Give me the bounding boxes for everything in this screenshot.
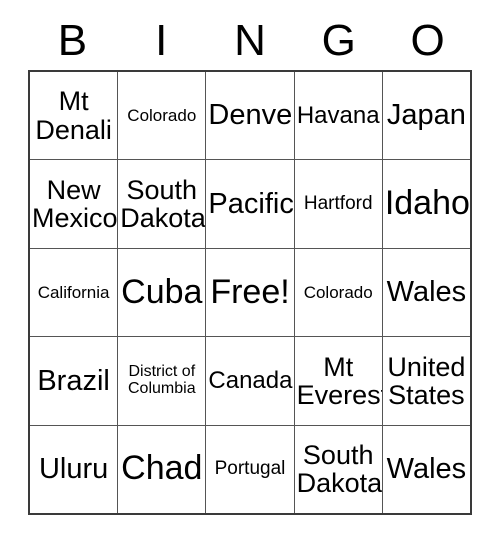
bingo-card: B I N G O Mt Denali Colorado Denver Hava…	[0, 0, 500, 544]
bingo-cell-label: Free!	[210, 272, 290, 311]
bingo-row: Mt Denali Colorado Denver Havana Japan	[30, 72, 470, 161]
bingo-cell-g2[interactable]: Hartford	[295, 160, 383, 248]
bingo-cell-i4[interactable]: District of Columbia	[118, 337, 207, 425]
bingo-cell-label: California	[37, 282, 110, 302]
bingo-cell-o5[interactable]: Wales	[383, 426, 470, 513]
bingo-cell-label: Hartford	[303, 193, 373, 215]
bingo-cell-g3[interactable]: Colorado	[295, 248, 383, 337]
header-letter-i: I	[155, 16, 168, 65]
bingo-cell-label: Idaho	[384, 184, 470, 223]
bingo-cell-b3[interactable]: California	[30, 248, 119, 337]
header-letter-g: G	[321, 16, 356, 65]
bingo-row: Brazil District of Columbia Canada Mt Ev…	[30, 337, 470, 426]
bingo-cell-label: District of Columbia	[128, 363, 196, 397]
bingo-cell-b2[interactable]: New Mexico	[30, 160, 119, 248]
bingo-cell-b1[interactable]: Mt Denali	[30, 72, 119, 160]
bingo-cell-label: Colorado	[127, 105, 197, 125]
bingo-cell-n1[interactable]: Denver	[206, 72, 295, 160]
bingo-cell-label: Portugal	[214, 458, 286, 480]
bingo-cell-label: United States	[387, 351, 466, 410]
bingo-cell-label: Cuba	[121, 272, 203, 311]
bingo-cell-free-space[interactable]: Free!	[206, 248, 295, 337]
bingo-cell-b5[interactable]: Uluru	[30, 425, 119, 514]
bingo-cell-n5[interactable]: Portugal	[206, 425, 295, 514]
bingo-cell-o4[interactable]: United States	[383, 337, 470, 424]
bingo-cell-g4[interactable]: Mt Everest	[295, 337, 383, 425]
header-letter-n: N	[234, 16, 266, 65]
bingo-cell-i2[interactable]: South Dakota	[118, 160, 207, 248]
bingo-cell-label: Uluru	[38, 453, 109, 486]
header-letter-b: B	[57, 16, 88, 65]
bingo-cell-g5[interactable]: South Dakota	[295, 425, 383, 514]
bingo-header: B I N G O	[28, 14, 472, 68]
bingo-cell-n2[interactable]: Pacific	[206, 160, 295, 248]
header-letter-o: O	[410, 16, 445, 65]
bingo-cell-o1[interactable]: Japan	[383, 72, 470, 159]
bingo-cell-label: New Mexico	[32, 174, 118, 234]
bingo-cell-o2[interactable]: Idaho	[383, 160, 470, 247]
bingo-cell-o3[interactable]: Wales	[383, 249, 470, 336]
bingo-cell-label: Canada	[208, 367, 293, 395]
bingo-cell-label: Mt Everest	[296, 351, 383, 410]
bingo-row: Uluru Chad Portugal South Dakota Wales	[30, 425, 470, 514]
bingo-cell-i1[interactable]: Colorado	[118, 72, 207, 160]
bingo-cell-label: Japan	[386, 99, 466, 132]
bingo-cell-label: Pacific	[208, 187, 294, 220]
bingo-cell-label: South Dakota	[296, 439, 383, 499]
bingo-cell-label: Colorado	[303, 282, 373, 302]
bingo-row: New Mexico South Dakota Pacific Hartford…	[30, 160, 470, 249]
bingo-cell-n4[interactable]: Canada	[206, 337, 295, 425]
bingo-cell-g1[interactable]: Havana	[295, 72, 383, 160]
bingo-cell-label: Havana	[296, 102, 380, 130]
bingo-cell-label: Wales	[386, 276, 467, 309]
bingo-cell-label: Mt Denali	[35, 86, 112, 145]
bingo-cell-label: Chad	[121, 449, 203, 488]
bingo-cell-label: South Dakota	[120, 174, 206, 234]
bingo-grid: Mt Denali Colorado Denver Havana Japan N…	[28, 70, 472, 515]
bingo-cell-label: Brazil	[37, 364, 110, 397]
bingo-cell-i5[interactable]: Chad	[118, 425, 207, 514]
bingo-cell-b4[interactable]: Brazil	[30, 337, 119, 425]
bingo-cell-label: Wales	[386, 453, 467, 486]
bingo-row: California Cuba Free! Colorado Wales	[30, 248, 470, 338]
bingo-cell-label: Denver	[208, 99, 295, 132]
bingo-cell-i3[interactable]: Cuba	[118, 248, 207, 337]
